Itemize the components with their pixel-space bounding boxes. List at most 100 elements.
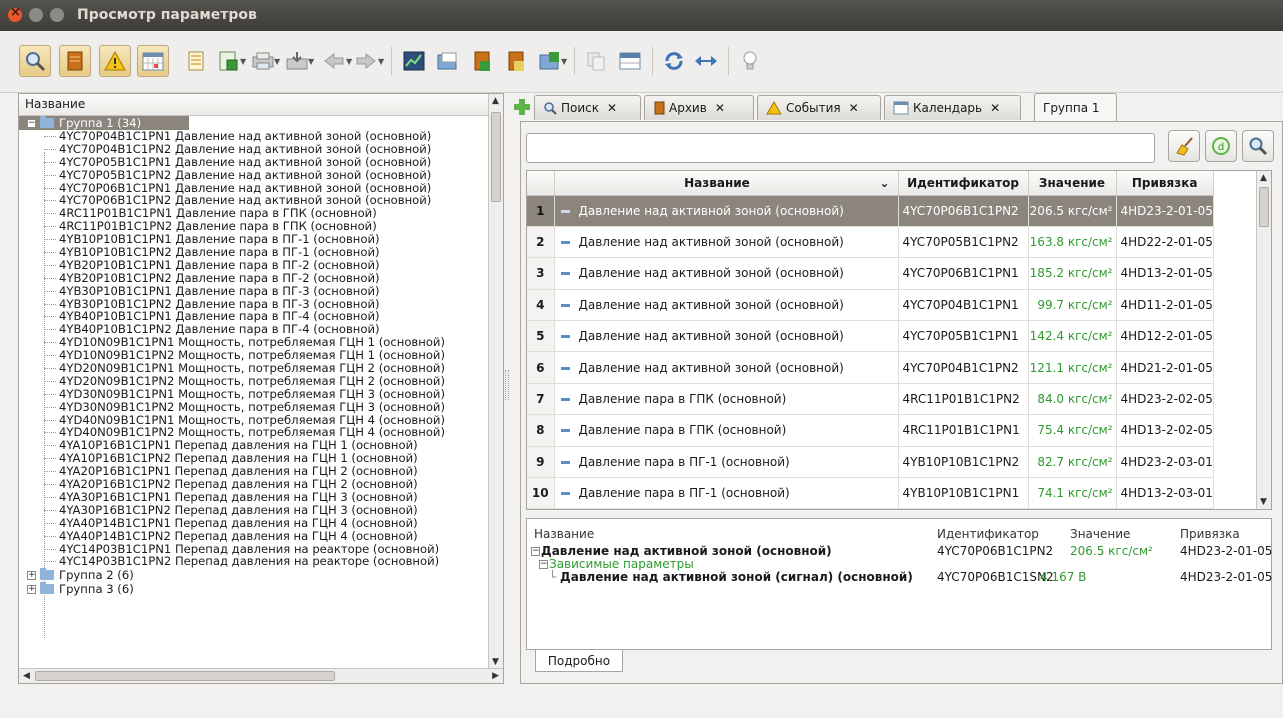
column-header-value[interactable]: Значение	[1028, 171, 1117, 196]
tab-search[interactable]: Поиск ✕	[534, 95, 641, 120]
tab-archive[interactable]: Архив ✕	[644, 95, 754, 120]
search-input[interactable]	[526, 133, 1155, 163]
collapse-icon[interactable]: −	[539, 560, 548, 569]
tree-item[interactable]: 4YB10P10B1C1PN2 Давление пара в ПГ-1 (ос…	[19, 246, 489, 259]
table-row[interactable]: 4 Давление над активной зоной (основной) 4…	[527, 289, 1214, 322]
tree-item[interactable]: 4YD30N09B1C1PN1 Мощность, потребляемая Г…	[19, 387, 489, 401]
minimize-window-button[interactable]	[29, 8, 43, 22]
dependent-params-node[interactable]: −Зависимые параметры	[539, 557, 694, 571]
open-folder-button[interactable]	[432, 45, 464, 77]
table-row[interactable]: 7 Давление пара в ГПК (основной) 4RC11P01B…	[527, 383, 1214, 416]
scroll-down-icon[interactable]: ▼	[1260, 497, 1267, 507]
table-row[interactable]: 6 Давление над активной зоной (основной) 4…	[527, 351, 1214, 384]
details-column-binding: Привязка	[1180, 527, 1240, 541]
tree-item[interactable]: 4YC70P05B1C1PN2 Давление над активной зо…	[19, 168, 489, 182]
table-row[interactable]: 8 Давление пара в ГПК (основной) 4RC11P01B…	[527, 414, 1214, 447]
tree-item[interactable]: 4YB20P10B1C1PN2 Давление пара в ПГ-2 (ос…	[19, 271, 489, 285]
column-header-binding[interactable]: Привязка	[1116, 171, 1214, 196]
tree-item[interactable]: 4YD30N09B1C1PN2 Мощность, потребляемая Г…	[19, 400, 489, 414]
collapse-icon[interactable]: −	[531, 547, 540, 556]
close-tab-icon[interactable]: ✕	[990, 101, 1000, 115]
scroll-thumb[interactable]	[35, 671, 335, 681]
details-dependent-row[interactable]: └ Давление над активной зоной (сигнал) (…	[549, 570, 913, 584]
tree-item[interactable]: 4YD20N09B1C1PN1 Мощность, потребляемая Г…	[19, 362, 489, 375]
tree-item[interactable]: 4YC70P04B1C1PN1 Давление над активной зо…	[19, 130, 489, 143]
panel-splitter[interactable]	[505, 370, 509, 400]
details-main-row[interactable]: −Давление над активной зоной (основной)	[531, 544, 832, 558]
expand-icon[interactable]: +	[27, 584, 36, 594]
tab-details[interactable]: Подробно	[535, 650, 623, 672]
scroll-up-icon[interactable]: ▲	[1260, 173, 1267, 183]
tree-item[interactable]: 4YC14P03B1C1PN2 Перепад давления на реак…	[19, 555, 489, 568]
parameter-icon	[560, 241, 570, 245]
tab-events[interactable]: События ✕	[757, 95, 881, 120]
table-row[interactable]: 2 Давление над активной зоной (основной) 4…	[527, 226, 1214, 259]
copy-icon	[587, 52, 605, 71]
row-name: Давление над активной зоной (основной)	[578, 329, 844, 344]
table-row[interactable]: 9 Давление пара в ПГ-1 (основной) 4YB10P10…	[527, 446, 1214, 479]
swap-button[interactable]	[690, 45, 722, 77]
tree-vertical-scrollbar[interactable]: ▲ ▼	[488, 94, 503, 669]
add-filter-button[interactable]: d	[1205, 130, 1237, 162]
archive-remove-button[interactable]	[500, 45, 532, 77]
close-window-button[interactable]	[8, 5, 22, 22]
tree-item[interactable]: 4YA20P16B1C1PN2 Перепад давления на ГЦН …	[19, 478, 489, 491]
collapse-icon[interactable]: −	[27, 118, 36, 128]
chevron-down-icon[interactable]: ▼	[561, 57, 569, 66]
maximize-window-button[interactable]	[50, 8, 64, 22]
tree-item[interactable]: 4YC70P05B1C1PN1 Давление над активной зо…	[19, 155, 489, 169]
tab-calendar[interactable]: Календарь ✕	[884, 95, 1021, 120]
column-header-name[interactable]: Название ⌄	[554, 171, 899, 196]
table-row[interactable]: 10 Давление пара в ПГ-1 (основной) 4YB10P1…	[527, 477, 1214, 509]
details-column-id: Идентификатор	[937, 527, 1039, 541]
list-tool-button[interactable]	[180, 45, 212, 77]
tree-group-1[interactable]: − Группа 1 (34)	[19, 116, 189, 130]
add-tab-icon[interactable]	[514, 99, 530, 115]
scroll-thumb[interactable]	[491, 112, 501, 202]
search-tool-button[interactable]	[19, 45, 51, 77]
details-main-value: 206.5 кгс/см²	[1070, 544, 1153, 558]
hint-button[interactable]	[734, 45, 766, 77]
archive-add-button[interactable]	[466, 45, 498, 77]
search-button[interactable]	[1242, 130, 1274, 162]
clear-search-button[interactable]	[1168, 130, 1200, 162]
scroll-right-icon[interactable]: ▶	[492, 671, 499, 681]
chevron-down-icon[interactable]: ▼	[308, 57, 316, 66]
tree-item[interactable]: 4YC70P04B1C1PN2 Давление над активной зо…	[19, 142, 489, 156]
tree-item[interactable]: 4YD20N09B1C1PN2 Мощность, потребляемая Г…	[19, 375, 489, 388]
row-value: 185.2 кгс/см²	[1028, 257, 1117, 290]
scroll-up-icon[interactable]: ▲	[492, 96, 499, 106]
tree-item[interactable]: 4YA40P14B1C1PN1 Перепад давления на ГЦН …	[19, 516, 489, 530]
calendar-tool-button[interactable]	[137, 45, 169, 77]
scroll-down-icon[interactable]: ▼	[492, 657, 499, 667]
tree-group-2[interactable]: + Группа 2 (6)	[19, 568, 489, 582]
tab-group-1[interactable]: Группа 1	[1034, 93, 1117, 122]
chevron-down-icon[interactable]: ▼	[378, 57, 386, 66]
scroll-thumb[interactable]	[1259, 187, 1269, 227]
table-vertical-scrollbar[interactable]: ▲ ▼	[1256, 171, 1271, 509]
close-tab-icon[interactable]: ✕	[849, 101, 859, 115]
events-tool-button[interactable]	[99, 45, 131, 77]
refresh-button[interactable]	[658, 45, 690, 77]
tree-item[interactable]: 4YA40P14B1C1PN2 Перепад давления на ГЦН …	[19, 529, 489, 543]
tree-item[interactable]: 4YA30P16B1C1PN1 Перепад давления на ГЦН …	[19, 491, 489, 504]
tree-group-3[interactable]: + Группа 3 (6)	[19, 582, 489, 596]
tree-horizontal-scrollbar[interactable]: ◀ ▶	[19, 668, 503, 683]
close-tab-icon[interactable]: ✕	[715, 101, 725, 115]
lightbulb-icon	[743, 51, 757, 70]
expand-icon[interactable]: +	[27, 570, 36, 580]
scroll-left-icon[interactable]: ◀	[23, 671, 30, 681]
table-row[interactable]: 3 Давление над активной зоной (основной) 4…	[527, 257, 1214, 290]
close-tab-icon[interactable]: ✕	[607, 101, 617, 115]
table-button[interactable]	[614, 45, 646, 77]
column-header-id[interactable]: Идентификатор	[898, 171, 1029, 196]
tree-item[interactable]: 4YB30P10B1C1PN1 Давление пара в ПГ-3 (ос…	[19, 284, 489, 298]
chart-tool-button[interactable]	[398, 45, 430, 77]
table-row[interactable]: 5 Давление над активной зоной (основной) 4…	[527, 320, 1214, 353]
tree-header[interactable]: Название	[19, 94, 503, 116]
table-row[interactable]: 1 Давление над активной зоной (основной) 4…	[527, 195, 1214, 227]
tree-item[interactable]: 4YB20P10B1C1PN1 Давление пара в ПГ-2 (ос…	[19, 259, 489, 272]
copy-button[interactable]	[580, 45, 612, 77]
tree-item[interactable]: 4YA30P16B1C1PN2 Перепад давления на ГЦН …	[19, 503, 489, 517]
archive-tool-button[interactable]	[59, 45, 91, 77]
